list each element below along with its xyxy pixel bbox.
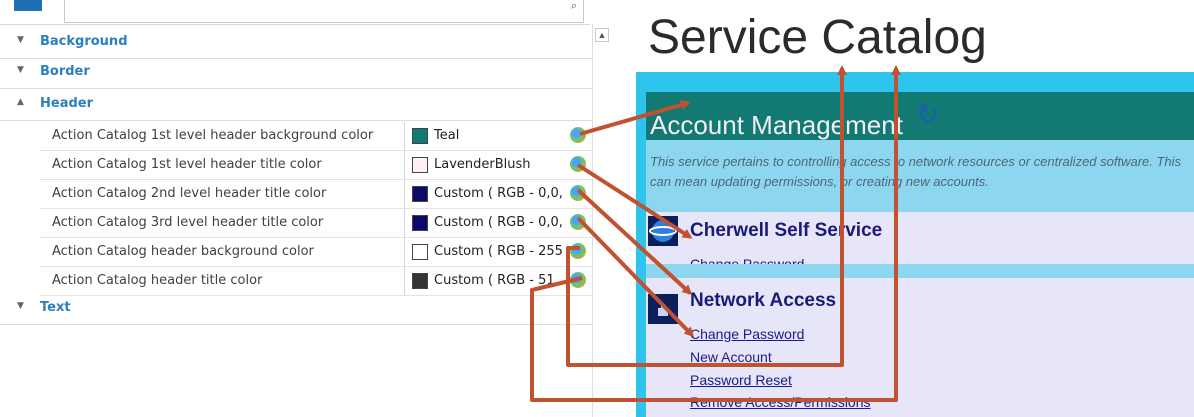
color-picker-icon[interactable]: [570, 185, 586, 201]
vertical-scrollbar[interactable]: ▲: [592, 24, 609, 417]
property-name: Action Catalog 1st level header title co…: [52, 157, 322, 172]
column-divider: [404, 180, 405, 208]
chevron-down-icon[interactable]: ▼: [17, 65, 24, 75]
property-row[interactable]: Action Catalog header title color Custom…: [40, 267, 592, 296]
service-link[interactable]: Change Password: [690, 326, 804, 342]
scroll-up-icon[interactable]: ▲: [595, 28, 609, 42]
color-swatch: [412, 157, 428, 173]
property-grid-toolbar: ⌕: [0, 0, 590, 25]
service-link[interactable]: Password Reset: [690, 372, 792, 388]
catalog-content: Account Management ↻ This service pertai…: [646, 92, 1194, 417]
color-swatch: [412, 186, 428, 202]
property-value[interactable]: Custom ( RGB - 255: [434, 244, 574, 259]
property-value[interactable]: LavenderBlush: [434, 157, 574, 172]
property-value[interactable]: Teal: [434, 128, 574, 143]
network-access-icon: [648, 294, 678, 324]
category-label: Header: [40, 96, 94, 111]
property-name: Action Catalog header background color: [52, 244, 314, 259]
section-description-text: This service pertains to controlling acc…: [650, 154, 1182, 189]
search-input[interactable]: ⌕: [64, 0, 584, 23]
property-name: Action Catalog 2nd level header title co…: [52, 186, 327, 201]
service-item: Network Access Change Password New Accou…: [646, 288, 1194, 417]
catalog-frame: Account Management ↻ This service pertai…: [636, 72, 1194, 417]
color-picker-icon[interactable]: [570, 156, 586, 172]
property-grid: ⌕ ▼ Background ▼ Border ▲ Header Action …: [0, 0, 610, 417]
section-description: This service pertains to controlling acc…: [646, 140, 1194, 212]
category-header[interactable]: ▲ Header: [0, 90, 592, 121]
category-label: Background: [40, 34, 128, 49]
service-item: Cherwell Self Service Change Password: [646, 212, 1194, 272]
section-title: Account Management: [650, 110, 903, 140]
column-divider: [404, 238, 405, 266]
section-header: Account Management ↻: [646, 92, 1194, 140]
column-divider: [404, 122, 405, 150]
property-value[interactable]: Custom ( RGB - 51,: [434, 273, 574, 288]
color-swatch: [412, 244, 428, 260]
chevron-up-icon[interactable]: ▲: [17, 97, 24, 107]
property-name: Action Catalog 1st level header backgrou…: [52, 128, 374, 143]
category-label: Text: [40, 300, 71, 315]
chevron-down-icon[interactable]: ▼: [17, 35, 24, 45]
column-divider: [404, 209, 405, 237]
column-divider: [404, 151, 405, 179]
service-title[interactable]: Network Access: [690, 290, 836, 312]
property-value[interactable]: Custom ( RGB - 0,0,: [434, 186, 574, 201]
catalog-preview: Service Catalog Account Management ↻ Thi…: [630, 0, 1194, 417]
color-picker-icon[interactable]: [570, 272, 586, 288]
color-picker-icon[interactable]: [570, 243, 586, 259]
color-swatch: [412, 273, 428, 289]
property-row[interactable]: Action Catalog 1st level header backgrou…: [40, 122, 592, 151]
property-row[interactable]: Action Catalog 2nd level header title co…: [40, 180, 592, 209]
chevron-down-icon[interactable]: ▼: [17, 301, 24, 311]
property-row[interactable]: Action Catalog 1st level header title co…: [40, 151, 592, 180]
service-link[interactable]: Remove Access/Permissions: [690, 394, 871, 410]
property-value[interactable]: Custom ( RGB - 0,0,: [434, 215, 574, 230]
service-separator: [646, 264, 1194, 278]
search-icon[interactable]: ⌕: [571, 0, 577, 13]
category-background[interactable]: ▼ Background: [0, 28, 592, 59]
color-picker-icon[interactable]: [570, 127, 586, 143]
view-mode-icon[interactable]: [14, 0, 42, 11]
category-label: Border: [40, 64, 90, 79]
color-swatch: [412, 215, 428, 231]
cherwell-logo-icon: [648, 216, 678, 246]
property-name: Action Catalog 3rd level header title co…: [52, 215, 324, 230]
refresh-icon[interactable]: ↻: [916, 98, 939, 131]
color-swatch: [412, 128, 428, 144]
category-text[interactable]: ▼ Text: [0, 294, 592, 325]
color-picker-icon[interactable]: [570, 214, 586, 230]
page-title: Service Catalog: [648, 11, 987, 64]
service-link[interactable]: New Account: [690, 349, 772, 365]
category-border[interactable]: ▼ Border: [0, 58, 592, 89]
service-title[interactable]: Cherwell Self Service: [690, 220, 882, 242]
property-name: Action Catalog header title color: [52, 273, 263, 288]
column-divider: [404, 267, 405, 295]
property-row[interactable]: Action Catalog 3rd level header title co…: [40, 209, 592, 238]
property-row[interactable]: Action Catalog header background color C…: [40, 238, 592, 267]
